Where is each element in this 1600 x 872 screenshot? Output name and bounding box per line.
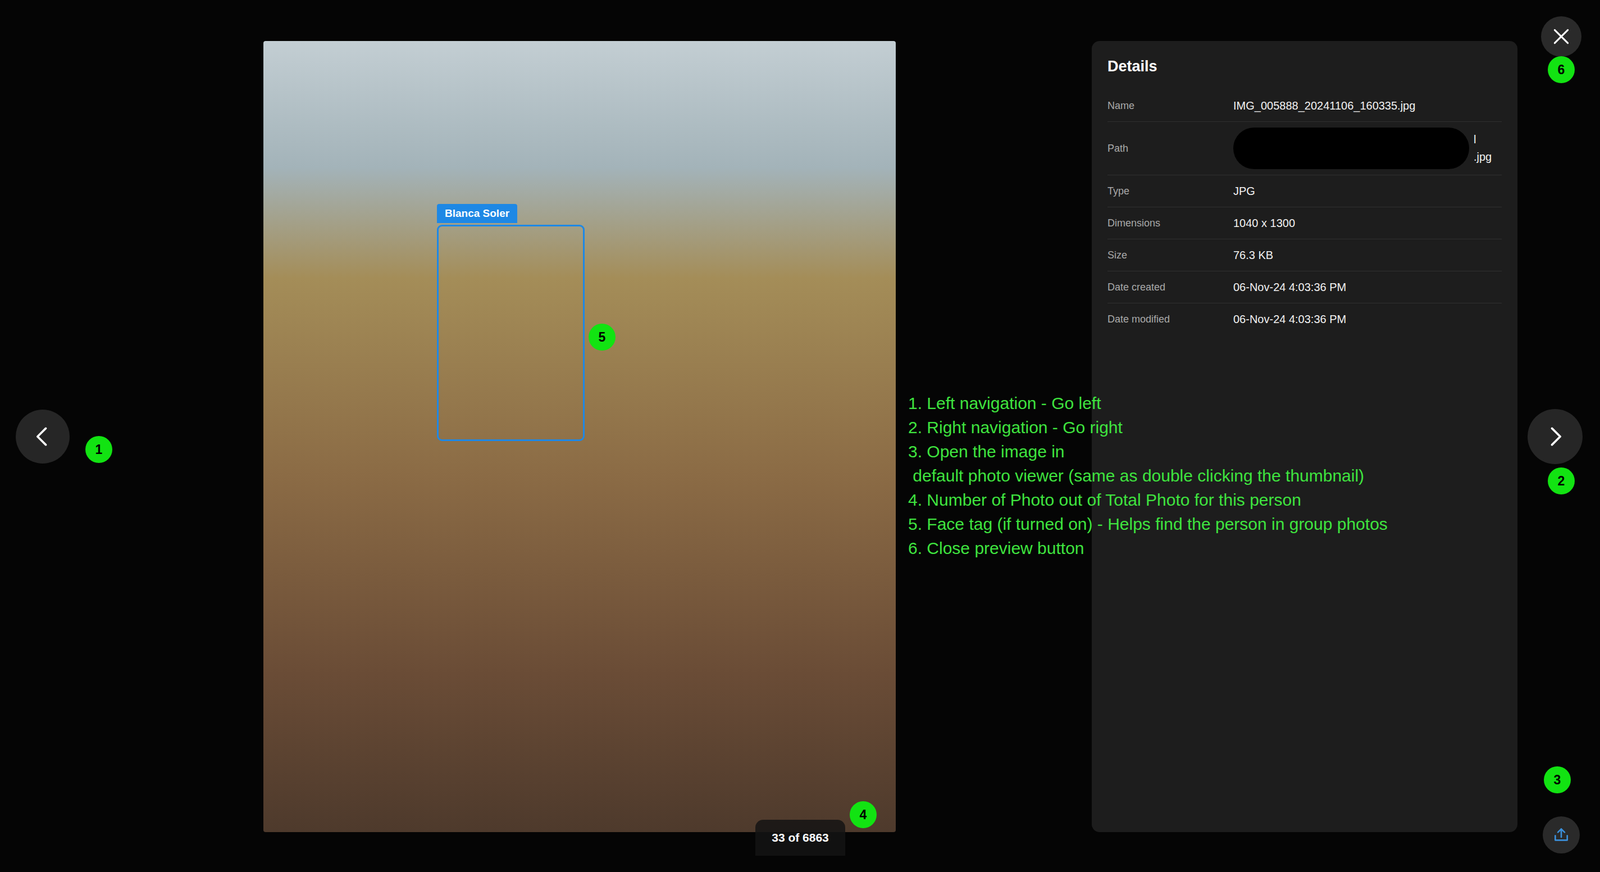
detail-row: Date created06-Nov-24 4:03:36 PM [1107,271,1502,304]
detail-value: 06-Nov-24 4:03:36 PM [1233,312,1347,326]
annotation-line: 5. Face tag (if turned on) - Helps find … [908,511,1388,536]
detail-row: Dimensions1040 x 1300 [1107,207,1502,240]
annotation-line: 2. Right navigation - Go right [908,415,1388,440]
next-button[interactable] [1527,408,1583,464]
detail-label: Size [1107,249,1234,262]
detail-label: Type [1107,185,1234,198]
right-column [1517,0,1600,872]
detail-label: Dimensions [1107,217,1234,230]
annotation-badge: 2 [1547,467,1575,495]
detail-label: Path [1107,142,1234,155]
chevron-left-icon [30,424,56,449]
open-in-viewer-button[interactable] [1542,816,1580,854]
details-panel: Details NameIMG_005888_20241106_160335.jp… [1091,40,1518,832]
detail-row: TypeJPG [1107,175,1502,208]
redaction-mark [1233,127,1470,170]
photo-area: Blanca Soler33 of 6863 [263,40,896,832]
path-fragment: .jpg [1473,150,1492,164]
annotation-badge: 6 [1547,56,1575,84]
detail-row: Date modified06-Nov-24 4:03:36 PM [1107,303,1502,335]
annotation-badge: 1 [85,435,113,463]
annotation-legend: 1. Left navigation - Go left2. Right nav… [908,390,1388,560]
annotation-line: 4. Number of Photo out of Total Photo fo… [908,487,1388,512]
preview-overlay: Blanca Soler33 of 6863DetailsNameIMG_005… [0,0,1600,872]
detail-value: IMG_005888_20241106_160335.jpg [1233,99,1416,113]
detail-value: l .jpg [1233,121,1492,175]
detail-row: Path l .jpg [1107,121,1502,176]
detail-value: 06-Nov-24 4:03:36 PM [1233,280,1347,294]
annotation-line: default photo viewer (same as double cli… [908,463,1388,488]
annotation-badge: 5 [588,323,616,351]
left-column [0,40,264,832]
annotation-line: 3. Open the image in [908,439,1388,464]
detail-label: Date modified [1107,313,1234,326]
detail-row: Size76.3 KB [1107,239,1502,272]
detail-label: Date created [1107,281,1234,294]
annotation-line: 1. Left navigation - Go left [908,390,1388,416]
open-external-icon [1552,825,1571,844]
annotation-line: 6. Close preview button [908,535,1388,560]
face-tag-label: Blanca Soler [436,203,518,223]
detail-value: 76.3 KB [1233,248,1274,262]
previous-button[interactable] [15,409,70,464]
chevron-right-icon [1542,424,1568,449]
detail-value: JPG [1233,184,1256,198]
details-title: Details [1107,57,1502,76]
annotation-badge: 4 [849,800,877,828]
detail-value: 1040 x 1300 [1233,216,1296,230]
close-icon [1550,25,1573,48]
path-fragment: l [1473,133,1492,147]
annotation-badge: 3 [1543,766,1571,793]
photo [263,40,896,832]
photo-counter: 33 of 6863 [755,819,846,856]
face-tag-box [436,224,585,441]
path-lines: l .jpg [1473,133,1492,164]
detail-label: Name [1107,99,1234,112]
detail-row: NameIMG_005888_20241106_160335.jpg [1107,89,1502,122]
close-button[interactable] [1541,16,1582,57]
